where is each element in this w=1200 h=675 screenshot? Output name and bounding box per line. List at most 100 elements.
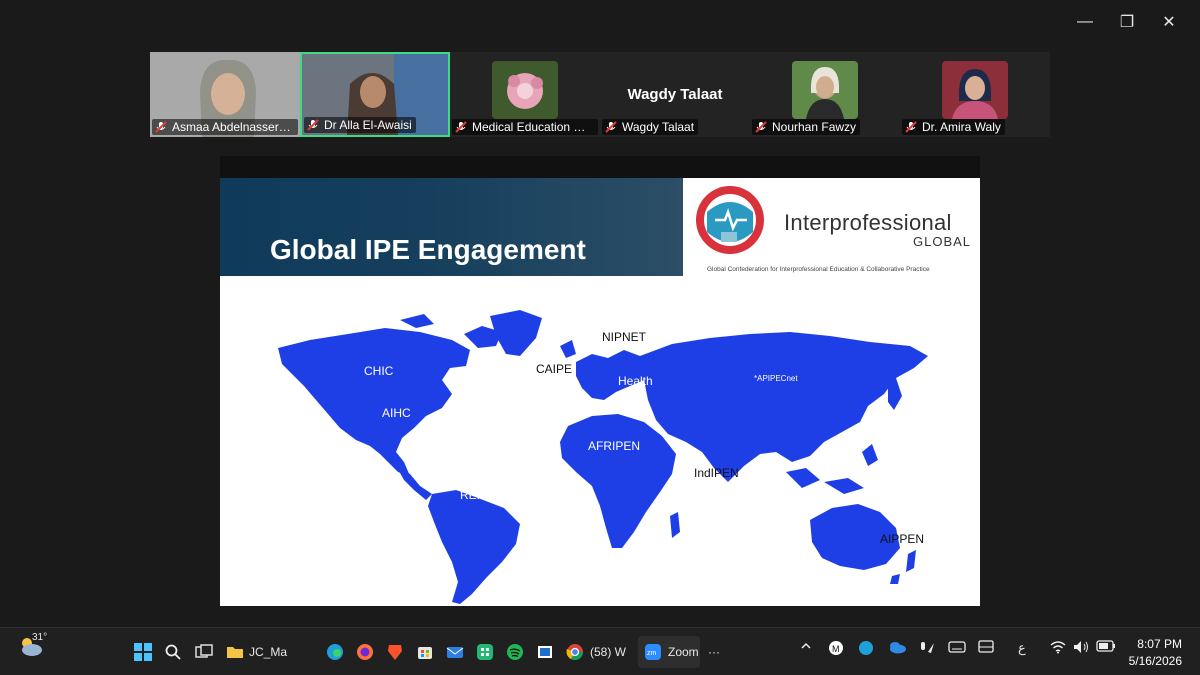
taskbar-app[interactable]	[536, 640, 554, 664]
wifi-icon[interactable]	[1050, 640, 1066, 657]
participant-tile-active[interactable]: Dr Alla El-Awaisi	[300, 52, 450, 137]
taskbar-spotify[interactable]	[506, 640, 524, 664]
participant-name-tag: Dr. Amira Waly	[902, 119, 1005, 135]
brave-icon	[388, 645, 402, 660]
share-top-bar	[220, 156, 980, 178]
participant-tile[interactable]: Dr. Amira Waly	[900, 52, 1050, 137]
world-map: CHIC AIHC CAIPE NIPNET Health *APIPECnet…	[220, 276, 980, 606]
search-icon	[165, 644, 181, 660]
slide-title: Global IPE Engagement	[270, 234, 586, 265]
taskbar-chrome[interactable]: (58) W	[566, 640, 626, 664]
participant-name: Wagdy Talaat	[622, 120, 695, 134]
taskbar-store[interactable]	[416, 640, 434, 664]
keyboard-icon[interactable]	[948, 640, 966, 657]
minimize-button[interactable]: —	[1064, 8, 1106, 36]
taskbar-firefox[interactable]	[356, 640, 374, 664]
spotify-icon	[507, 644, 523, 660]
taskbar-more-button[interactable]: ···	[708, 640, 720, 664]
mic-muted-icon	[905, 121, 917, 133]
taskbar-clock[interactable]: 8:07 PM 5/16/2026	[1129, 636, 1182, 670]
start-button[interactable]	[134, 640, 152, 664]
participant-avatar	[792, 61, 858, 119]
firefox-icon	[357, 644, 373, 660]
search-button[interactable]	[165, 640, 181, 664]
participant-name-tag: Wagdy Talaat	[602, 119, 699, 135]
mic-location-icon[interactable]	[918, 640, 936, 659]
task-view-icon	[195, 644, 213, 658]
taskbar-teams[interactable]	[476, 640, 494, 664]
participant-name: Asmaa Abdelnasser (D...	[172, 120, 294, 134]
taskbar-brave[interactable]	[386, 640, 404, 664]
map-label-caipe: CAIPE	[536, 362, 573, 376]
onedrive-icon[interactable]	[888, 640, 906, 657]
map-label-apipecnet: *APIPECnet	[754, 374, 798, 383]
taskbar-zoom[interactable]: zm Zoom	[638, 636, 700, 668]
tray-edge-icon[interactable]	[858, 640, 874, 659]
participant-avatar	[492, 61, 558, 119]
svg-text:M: M	[832, 644, 840, 654]
chrome-icon	[566, 644, 584, 661]
map-label-nipnet: NIPNET	[602, 330, 647, 344]
map-label-reip: REIP	[460, 488, 489, 502]
tray-chevron-icon[interactable]	[800, 640, 812, 655]
taskbar-file-explorer[interactable]: JC_Ma	[226, 640, 287, 664]
mic-muted-icon	[307, 119, 319, 131]
participant-name-tag: Medical Education De...	[452, 119, 598, 135]
participant-tile[interactable]: Asmaa Abdelnasser (D...	[150, 52, 300, 137]
participant-name: Nourhan Fawzy	[772, 120, 857, 134]
logo-global: GLOBAL	[913, 234, 972, 249]
map-label-afripen: AFRIPEN	[588, 439, 641, 453]
window-app-icon	[538, 646, 552, 658]
more-label: ···	[708, 645, 720, 659]
map-label-health: Health	[618, 374, 653, 388]
participant-tile[interactable]: Medical Education De...	[450, 52, 600, 137]
interprofessional-logo: Interprofessional GLOBAL Global Confeder…	[683, 178, 980, 276]
taskbar: 31° JC_Ma (58) W zm Zoom ··· M ع 8:07 PM…	[0, 627, 1200, 675]
participant-name-tag: Dr Alla El-Awaisi	[304, 117, 416, 133]
participant-name: Dr. Amira Waly	[922, 120, 1001, 134]
mic-muted-icon	[605, 121, 617, 133]
tray-app-icon[interactable]: M	[828, 640, 844, 659]
close-button[interactable]: ✕	[1148, 8, 1190, 36]
interprofessional-globe-icon	[696, 186, 764, 254]
mail-icon	[446, 647, 464, 658]
map-label-indipen: IndIPEN	[694, 466, 739, 480]
shared-screen[interactable]: Global IPE Engagement Interprofessional …	[220, 156, 980, 606]
taskbar-item-label: (58) W	[590, 645, 626, 659]
participant-name: Dr Alla El-Awaisi	[324, 118, 412, 132]
display-icon[interactable]	[978, 640, 994, 657]
participant-name: Medical Education De...	[472, 120, 594, 134]
participant-name-tag: Nourhan Fawzy	[752, 119, 861, 135]
folder-icon	[227, 647, 243, 658]
map-label-chic: CHIC	[364, 364, 394, 378]
weather-temp: 31°	[32, 632, 48, 643]
participant-display-name: Wagdy Talaat	[627, 86, 723, 103]
mic-muted-icon	[755, 121, 767, 133]
clock-time: 8:07 PM	[1137, 637, 1182, 651]
logo-wordmark: Interprofessional	[784, 210, 952, 235]
battery-icon[interactable]	[1096, 640, 1116, 655]
participant-avatar	[942, 61, 1008, 119]
volume-icon[interactable]	[1072, 640, 1090, 657]
participant-tile[interactable]: Nourhan Fawzy	[750, 52, 900, 137]
participant-tile[interactable]: Wagdy Talaat Wagdy Talaat	[600, 52, 750, 137]
restore-button[interactable]: ❐	[1106, 8, 1148, 36]
taskbar-item-label: JC_Ma	[249, 645, 288, 659]
taskbar-edge[interactable]	[326, 640, 344, 664]
map-label-aippen: AIPPEN	[880, 532, 925, 546]
windows-start-icon	[134, 643, 152, 661]
zoom-icon: zm	[645, 644, 661, 660]
map-label-aihc: AIHC	[382, 406, 411, 420]
weather-widget[interactable]: 31°	[18, 632, 48, 658]
svg-text:zm: zm	[647, 650, 657, 657]
taskbar-outlook[interactable]	[446, 640, 464, 664]
participant-name-tag: Asmaa Abdelnasser (D...	[152, 119, 298, 135]
edge-icon	[327, 644, 343, 660]
logo-subtitle: Global Confederation for Interprofession…	[707, 266, 930, 273]
taskbar-item-label: Zoom	[668, 645, 699, 659]
mic-muted-icon	[155, 121, 167, 133]
window-controls: — ❐ ✕	[1064, 8, 1190, 36]
task-view-button[interactable]	[195, 640, 213, 664]
language-indicator[interactable]: ع	[1018, 640, 1026, 656]
store-icon	[418, 647, 432, 659]
